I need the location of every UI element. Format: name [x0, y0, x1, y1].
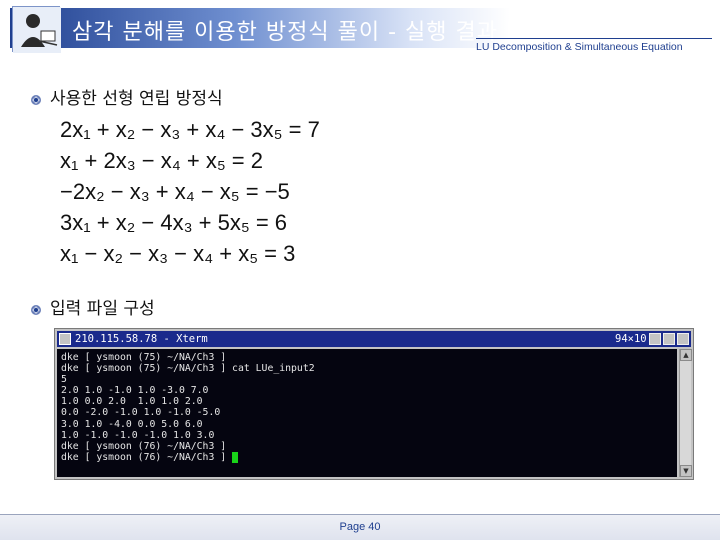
lecture-logo-icon — [12, 6, 61, 53]
terminal-line: 5 — [61, 374, 67, 386]
page-number: Page 40 — [339, 521, 381, 533]
close-icon[interactable] — [677, 333, 689, 345]
xterm-title: 210.115.58.78 - Xterm — [75, 333, 208, 345]
terminal-output[interactable]: dke [ ysmoon (75) ~/NA/Ch3 ] dke [ ysmoo… — [57, 349, 677, 477]
bullet-text: 입력 파일 구성 — [50, 299, 155, 319]
xterm-window[interactable]: 210.115.58.78 - Xterm 94×10 dke [ ysmoon… — [54, 328, 694, 480]
bullet-text: 사용한 선형 연립 방정식 — [50, 89, 223, 109]
scroll-up-icon[interactable]: ▲ — [680, 349, 692, 361]
terminal-line: 0.0 -2.0 -1.0 1.0 -1.0 -5.0 — [61, 407, 221, 419]
equation-line: x₁ + 2x₃ − x₄ + x₅ = 2 — [60, 148, 263, 173]
bullet-icon — [30, 301, 42, 315]
xterm-size-label: 94×10 — [615, 333, 647, 345]
scroll-down-icon[interactable]: ▼ — [680, 465, 692, 477]
terminal-line: 3.0 1.0 -4.0 0.0 5.0 6.0 — [61, 418, 203, 430]
terminal-prompt-line[interactable]: dke [ ysmoon (76) ~/NA/Ch3 ] — [61, 451, 673, 463]
bullet-icon — [30, 91, 42, 105]
terminal-cursor — [232, 451, 239, 463]
terminal-line: 1.0 -1.0 -1.0 -1.0 1.0 3.0 — [61, 429, 215, 441]
equation-line: 2x₁ + x₂ − x₃ + x₄ − 3x₅ = 7 — [60, 117, 320, 142]
bullet-input-file: 입력 파일 구성 — [30, 294, 155, 319]
equation-list: 2x₁ + x₂ − x₃ + x₄ − 3x₅ = 7 x₁ + 2x₃ − … — [60, 114, 360, 269]
xterm-titlebar[interactable]: 210.115.58.78 - Xterm 94×10 — [57, 331, 691, 347]
terminal-line: 2.0 1.0 -1.0 1.0 -3.0 7.0 — [61, 385, 209, 397]
minimize-icon[interactable] — [649, 333, 661, 345]
terminal-line: dke [ ysmoon (76) ~/NA/Ch3 ] — [61, 440, 227, 452]
window-menu-icon[interactable] — [59, 333, 71, 345]
terminal-scrollbar[interactable]: ▲ ▼ — [679, 349, 692, 477]
equation-line: −2x₂ − x₃ + x₄ − x₅ = −5 — [60, 179, 290, 204]
bullet-equations: 사용한 선형 연립 방정식 — [30, 84, 223, 109]
terminal-line: dke [ ysmoon (75) ~/NA/Ch3 ] — [61, 352, 227, 363]
equation-line: 3x₁ + x₂ − 4x₃ + 5x₅ = 6 — [60, 210, 288, 235]
page-subtitle: LU Decomposition & Simultaneous Equation — [476, 41, 683, 53]
title-underline — [476, 38, 712, 39]
terminal-prompt: dke [ ysmoon (76) ~/NA/Ch3 ] — [61, 451, 233, 463]
terminal-line: 1.0 0.0 2.0 1.0 1.0 2.0 — [61, 396, 203, 408]
maximize-icon[interactable] — [663, 333, 675, 345]
equation-line: x₁ − x₂ − x₃ − x₄ + x₅ = 3 — [60, 241, 296, 266]
terminal-line: dke [ ysmoon (75) ~/NA/Ch3 ] cat LUe_inp… — [61, 363, 315, 375]
